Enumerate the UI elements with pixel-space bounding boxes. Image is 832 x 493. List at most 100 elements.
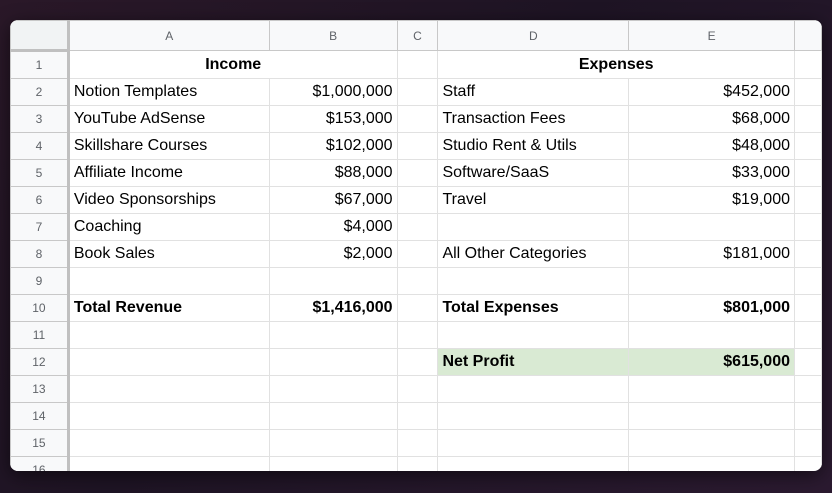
row-header-11[interactable]: 11 (10, 321, 70, 349)
expense-label-cell[interactable]: Studio Rent & Utils (437, 132, 630, 160)
column-header-a[interactable]: A (67, 20, 270, 51)
cell-e14[interactable] (628, 402, 795, 430)
row-header-13[interactable]: 13 (10, 375, 70, 403)
cell-c8[interactable] (396, 240, 439, 268)
cell-f16[interactable] (794, 456, 822, 471)
row-header-9[interactable]: 9 (10, 267, 70, 295)
cell-f2[interactable] (794, 78, 822, 106)
other-expenses-label-cell[interactable]: All Other Categories (437, 240, 630, 268)
cell-a16[interactable] (67, 456, 270, 471)
cell-f12[interactable] (794, 348, 822, 376)
cell-f9[interactable] (794, 267, 822, 295)
income-header-cell[interactable]: Income (67, 50, 398, 79)
column-header-e[interactable]: E (628, 20, 795, 51)
income-value-cell[interactable]: $67,000 (268, 186, 398, 214)
cell-e13[interactable] (628, 375, 795, 403)
total-expenses-value-cell[interactable]: $801,000 (628, 294, 795, 322)
income-label-cell[interactable]: Video Sponsorships (67, 186, 270, 214)
expense-label-cell[interactable]: Travel (437, 186, 630, 214)
cell-c13[interactable] (396, 375, 439, 403)
row-header-2[interactable]: 2 (10, 78, 70, 106)
total-expenses-label-cell[interactable]: Total Expenses (437, 294, 630, 322)
cell-e9[interactable] (628, 267, 795, 295)
cell-c4[interactable] (396, 132, 439, 160)
column-header-f[interactable] (794, 20, 822, 51)
cell-d16[interactable] (437, 456, 630, 471)
cell-c7[interactable] (396, 213, 439, 241)
cell-e15[interactable] (628, 429, 795, 457)
other-expenses-value-cell[interactable]: $181,000 (628, 240, 795, 268)
expense-value-cell[interactable]: $19,000 (628, 186, 795, 214)
income-label-cell[interactable]: Skillshare Courses (67, 132, 270, 160)
row-header-10[interactable]: 10 (10, 294, 70, 322)
cell-e16[interactable] (628, 456, 795, 471)
total-revenue-value-cell[interactable]: $1,416,000 (268, 294, 398, 322)
income-value-cell[interactable]: $4,000 (268, 213, 398, 241)
cell-e7[interactable] (628, 213, 795, 241)
cell-d7[interactable] (437, 213, 630, 241)
select-all-corner[interactable] (10, 20, 70, 52)
expense-value-cell[interactable]: $68,000 (628, 105, 795, 133)
cell-d11[interactable] (437, 321, 630, 349)
cell-f3[interactable] (794, 105, 822, 133)
cell-c9[interactable] (396, 267, 439, 295)
income-value-cell[interactable]: $88,000 (268, 159, 398, 187)
cell-f15[interactable] (794, 429, 822, 457)
cell-f8[interactable] (794, 240, 822, 268)
cell-a15[interactable] (67, 429, 270, 457)
cell-d14[interactable] (437, 402, 630, 430)
cell-f14[interactable] (794, 402, 822, 430)
cell-c10[interactable] (396, 294, 439, 322)
row-header-16[interactable]: 16 (10, 456, 70, 471)
cell-d13[interactable] (437, 375, 630, 403)
cell-c11[interactable] (396, 321, 439, 349)
row-header-4[interactable]: 4 (10, 132, 70, 160)
net-profit-label-cell[interactable]: Net Profit (437, 348, 630, 376)
cell-c6[interactable] (396, 186, 439, 214)
cell-c2[interactable] (396, 78, 439, 106)
income-value-cell[interactable]: $2,000 (268, 240, 398, 268)
expense-value-cell[interactable]: $452,000 (628, 78, 795, 106)
cell-f5[interactable] (794, 159, 822, 187)
income-label-cell[interactable]: Affiliate Income (67, 159, 270, 187)
cell-b9[interactable] (268, 267, 398, 295)
expense-label-cell[interactable]: Staff (437, 78, 630, 106)
income-label-cell[interactable]: YouTube AdSense (67, 105, 270, 133)
income-label-cell[interactable]: Coaching (67, 213, 270, 241)
cell-b16[interactable] (268, 456, 398, 471)
cell-b11[interactable] (268, 321, 398, 349)
row-header-1[interactable]: 1 (10, 50, 70, 79)
column-header-d[interactable]: D (437, 20, 630, 51)
column-header-b[interactable]: B (268, 20, 398, 51)
income-value-cell[interactable]: $1,000,000 (268, 78, 398, 106)
row-header-8[interactable]: 8 (10, 240, 70, 268)
cell-c16[interactable] (396, 456, 439, 471)
cell-f7[interactable] (794, 213, 822, 241)
cell-b12[interactable] (268, 348, 398, 376)
cell-a14[interactable] (67, 402, 270, 430)
cell-c15[interactable] (396, 429, 439, 457)
cell-a13[interactable] (67, 375, 270, 403)
cell-d15[interactable] (437, 429, 630, 457)
cell-a12[interactable] (67, 348, 270, 376)
row-header-6[interactable]: 6 (10, 186, 70, 214)
cell-c5[interactable] (396, 159, 439, 187)
row-header-15[interactable]: 15 (10, 429, 70, 457)
cell-a9[interactable] (67, 267, 270, 295)
cell-f6[interactable] (794, 186, 822, 214)
expense-value-cell[interactable]: $48,000 (628, 132, 795, 160)
income-value-cell[interactable]: $102,000 (268, 132, 398, 160)
cell-f13[interactable] (794, 375, 822, 403)
cell-f10[interactable] (794, 294, 822, 322)
cell-f11[interactable] (794, 321, 822, 349)
income-label-cell[interactable]: Notion Templates (67, 78, 270, 106)
expense-label-cell[interactable]: Software/SaaS (437, 159, 630, 187)
cell-c1[interactable] (396, 50, 439, 79)
cell-c12[interactable] (396, 348, 439, 376)
cell-f4[interactable] (794, 132, 822, 160)
income-label-cell[interactable]: Book Sales (67, 240, 270, 268)
expenses-header-cell[interactable]: Expenses (437, 50, 795, 79)
expense-label-cell[interactable]: Transaction Fees (437, 105, 630, 133)
net-profit-value-cell[interactable]: $615,000 (628, 348, 795, 376)
expense-value-cell[interactable]: $33,000 (628, 159, 795, 187)
